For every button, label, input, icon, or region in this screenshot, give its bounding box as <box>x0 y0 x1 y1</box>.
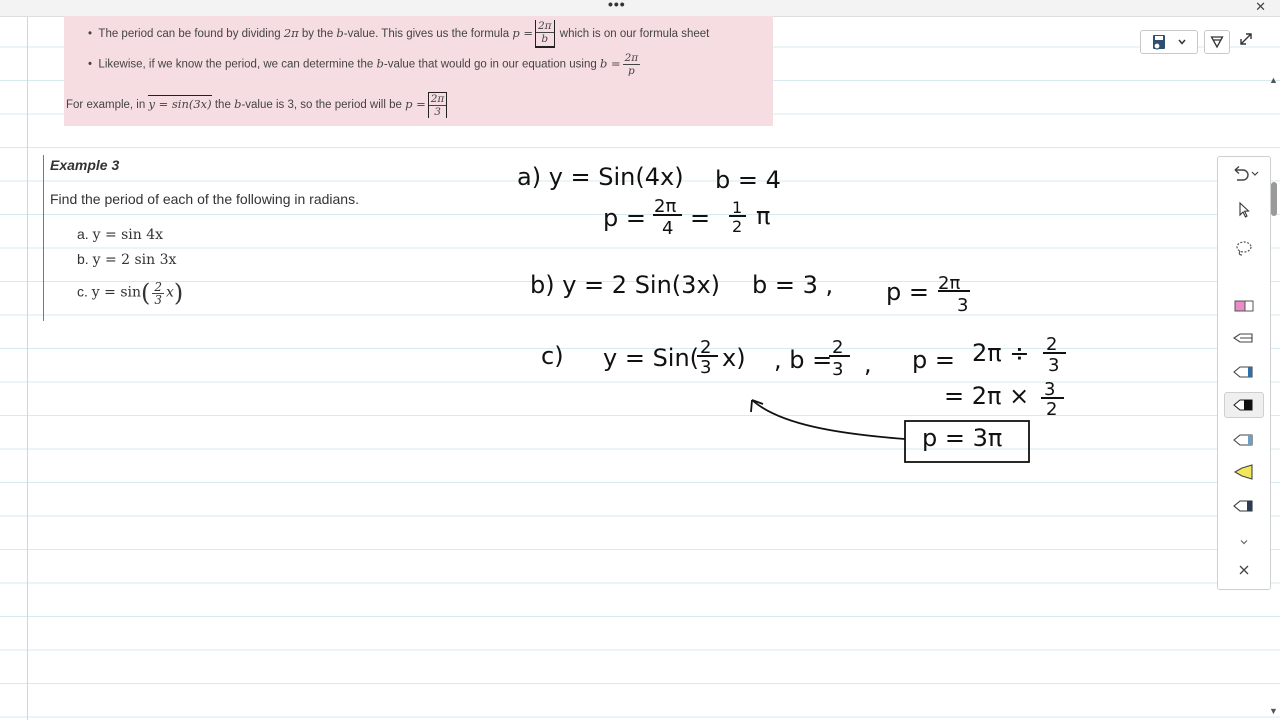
hw-c-b-den: 3 <box>832 359 843 380</box>
hw-c-step2: = 2π × <box>944 382 1029 410</box>
pen-tool-black[interactable] <box>1224 392 1264 418</box>
lasso-tool[interactable] <box>1224 235 1264 261</box>
expand-button[interactable] <box>1239 32 1253 50</box>
hw-c-step2-den: 2 <box>1046 399 1057 420</box>
hw-b-b-value: b = 3 , <box>752 271 833 299</box>
pen-icon-light <box>1233 434 1253 446</box>
scrollbar-thumb[interactable] <box>1271 182 1277 216</box>
hw-c-b-num: 2 <box>832 337 843 358</box>
pointer-icon <box>1239 201 1250 218</box>
close-icon <box>1239 565 1249 575</box>
hw-a-res-pi: π <box>756 202 770 230</box>
undo-button[interactable] <box>1224 161 1264 187</box>
chevron-down-icon <box>1240 540 1248 545</box>
pen-icon-dark <box>1233 500 1253 512</box>
eraser-icon <box>1234 300 1254 312</box>
highlighter-tool[interactable] <box>1224 325 1264 351</box>
hw-a-b-value: b = 4 <box>715 166 781 194</box>
pen-icon-black <box>1233 399 1253 411</box>
pen-tool-light[interactable] <box>1224 427 1264 453</box>
pen-icon <box>1233 366 1253 378</box>
lasso-icon <box>1236 241 1252 256</box>
hw-c-step2-num: 3 <box>1044 379 1055 400</box>
save-dropdown-button[interactable] <box>1140 30 1198 54</box>
eraser-tool[interactable] <box>1224 293 1264 319</box>
close-panel-button[interactable] <box>1224 557 1264 583</box>
pen-tools-panel <box>1217 156 1271 590</box>
scroll-down-arrow[interactable]: ▼ <box>1269 706 1278 716</box>
hw-a-equals: = <box>690 204 710 232</box>
hw-b-equation: b) y = 2 Sin(3x) <box>530 271 720 299</box>
hw-c-frac-den: 3 <box>700 357 711 378</box>
chevron-down-icon <box>1178 39 1186 45</box>
scroll-up-arrow[interactable]: ▲ <box>1269 75 1278 85</box>
hw-c-answer: p = 3π <box>922 424 1002 452</box>
more-tools-button[interactable] <box>1224 529 1264 555</box>
highlighter-tool-yellow[interactable] <box>1224 459 1264 485</box>
hw-a-res-den: 2 <box>732 217 742 236</box>
pointer-tool[interactable] <box>1224 197 1264 223</box>
undo-icon <box>1234 165 1259 181</box>
hw-a-res-num: 1 <box>732 198 742 217</box>
hw-c-step1: 2π ÷ <box>972 339 1029 367</box>
funnel-icon <box>1210 36 1224 49</box>
hw-b-frac-den: 3 <box>957 295 968 316</box>
hw-b-frac-num: 2π <box>938 273 960 294</box>
hw-c-label: c) <box>541 342 564 370</box>
hw-c-equation-end: x) <box>722 344 746 372</box>
hw-c-step1-den: 3 <box>1048 355 1059 376</box>
hw-c-period-label: p = <box>912 346 955 374</box>
hw-c-b-label: , b = <box>774 346 832 374</box>
hw-c-comma: , <box>864 350 872 378</box>
pen-tool-dark[interactable] <box>1224 493 1264 519</box>
highlighter-icon <box>1233 333 1253 343</box>
hw-a-period-label: p = <box>603 204 646 232</box>
handwriting-layer[interactable]: a) y = Sin(4x) b = 4 p = 2π 4 = 1 2 π b)… <box>0 0 1280 720</box>
hw-b-period-label: p = <box>886 278 929 306</box>
hw-c-frac-num: 2 <box>700 337 711 358</box>
hw-a-equation: a) y = Sin(4x) <box>517 163 684 191</box>
hw-c-step1-num: 2 <box>1046 334 1057 355</box>
filter-button[interactable] <box>1204 30 1230 54</box>
save-icon <box>1153 35 1165 50</box>
expand-icon <box>1240 33 1252 45</box>
hw-c-equation: y = Sin( <box>603 344 699 372</box>
pen-tool-blue[interactable] <box>1224 359 1264 385</box>
highlighter-yellow-icon <box>1233 464 1253 480</box>
hw-a-frac-num: 2π <box>654 196 676 217</box>
hw-a-frac-den: 4 <box>662 218 673 239</box>
